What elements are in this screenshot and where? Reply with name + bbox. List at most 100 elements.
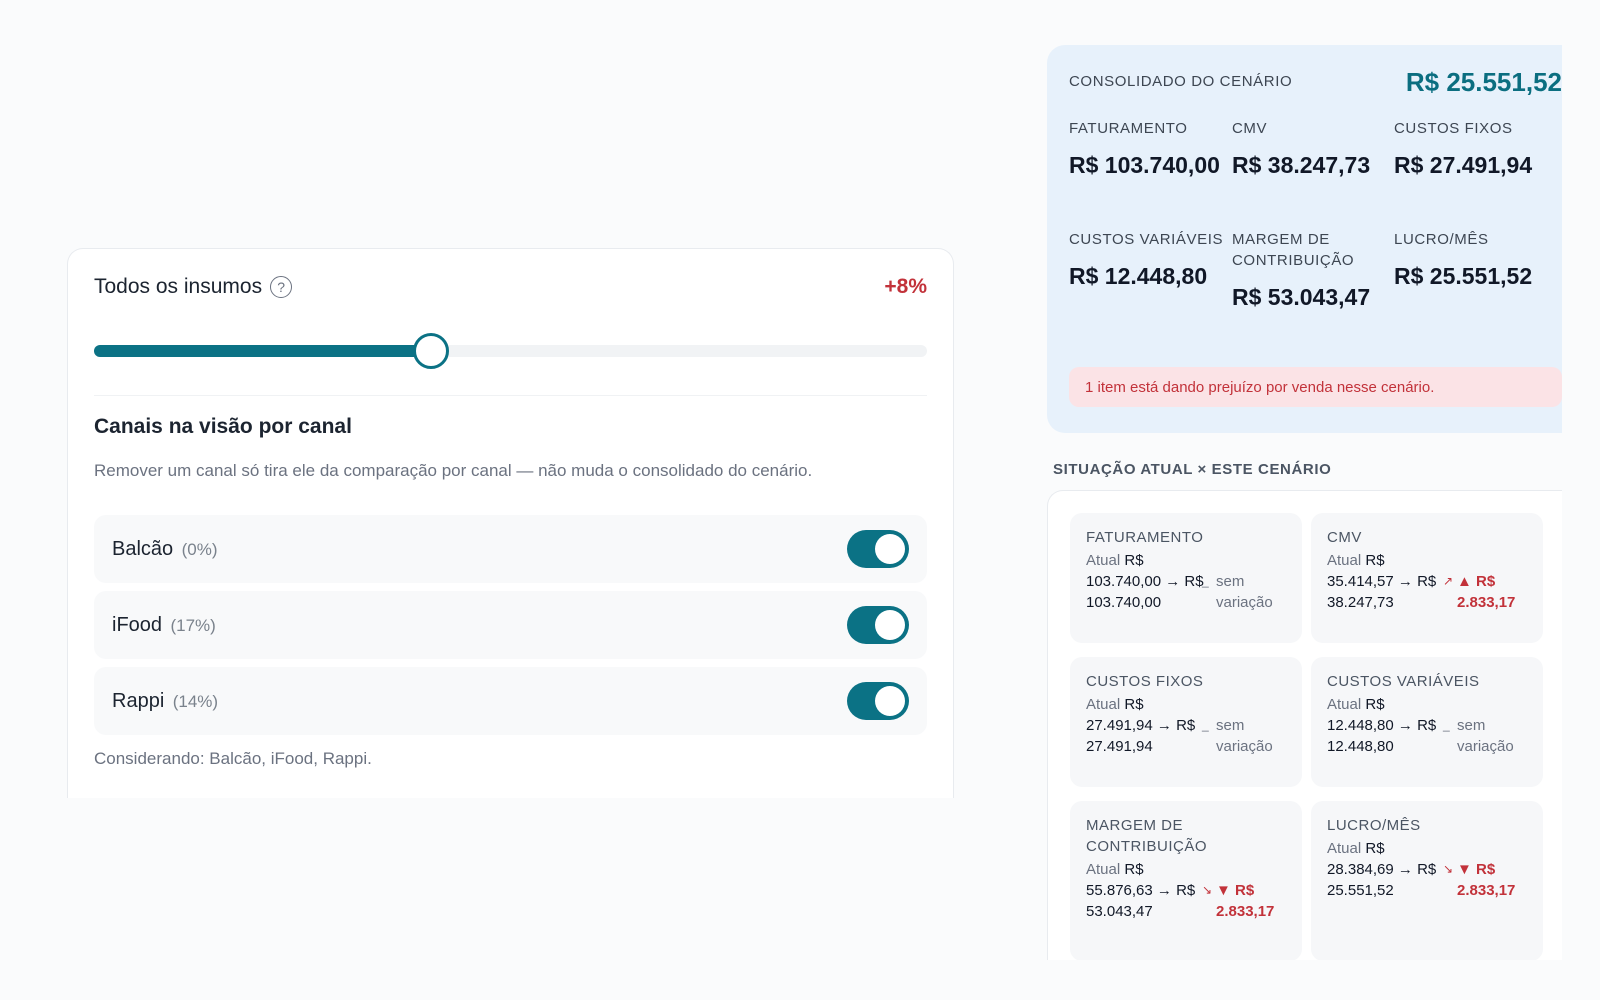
toggle-knob [875,686,905,716]
channel-label-group: iFood (17%) [112,614,216,637]
channel-share: (17%) [170,615,216,635]
comparison-card: FATURAMENTO Atual R$ 103.740,00 → R$ 103… [1047,490,1562,960]
current-prefix: Atual [1327,552,1362,569]
ingredients-title: Todos os insumos ? [94,275,293,299]
channels-description: Remover um canal só tira ele da comparaç… [94,461,813,480]
arrow: → [1397,861,1413,878]
tile-label: FATURAMENTO [1086,529,1204,546]
metric-value: R$ 25.551,52 [1394,263,1533,289]
arrow: → [1397,717,1413,734]
divider [94,395,927,396]
channel-row-rappi: Rappi (14%) [94,667,927,735]
channel-toggle-rappi[interactable] [847,682,909,720]
tile-delta: _ sem variação [1202,715,1297,757]
channel-label-group: Balcão (0%) [112,538,218,561]
current-prefix: Atual [1086,861,1121,878]
channel-share: (14%) [172,691,219,711]
comparison-header: SITUAÇÃO ATUAL × ESTE CENÁRIO [1053,461,1332,478]
consolidated-card: CONSOLIDADO DO CENÁRIO R$ 25.551,52 FATU… [1047,45,1562,433]
current-prefix: Atual [1327,696,1362,713]
metric-revenue: FATURAMENTO R$ 103.740,00 [1069,118,1229,183]
tile-delta: ↘ ▼ R$ 2.833,17 [1443,859,1538,901]
delta-text: sem variação [1216,573,1273,611]
arrow: → [1397,573,1413,590]
channel-toggle-ifood[interactable] [847,606,909,644]
channel-name: iFood [112,613,163,636]
ingredients-percent: +8% [884,275,927,298]
trend-down-icon: ↘ [1443,862,1454,876]
tile-label: CUSTOS FIXOS [1086,673,1204,690]
metric-variable-costs: CUSTOS VARIÁVEIS R$ 12.448,80 [1069,229,1229,294]
toggle-knob [875,534,905,564]
arrow: → [1156,717,1172,734]
comparison-tile-contribution-margin: MARGEM DE CONTRIBUIÇÃO Atual R$ 55.876,6… [1070,801,1302,960]
channels-title: Canais na visão por canal [94,415,352,438]
tile-values: Atual R$ 35.414,57 → R$ 38.247,73 [1327,550,1445,613]
ingredients-row: Todos os insumos ? +8% [94,275,927,299]
tile-label: CMV [1327,529,1362,546]
comparison-tile-cmv: CMV Atual R$ 35.414,57 → R$ 38.247,73 ↗ … [1311,513,1543,643]
metric-label: CMV [1232,120,1268,137]
metric-label: LUCRO/MÊS [1394,231,1489,248]
metric-value: R$ 12.448,80 [1069,263,1208,289]
comparison-tile-revenue: FATURAMENTO Atual R$ 103.740,00 → R$ 103… [1070,513,1302,643]
comparison-tile-monthly-profit: LUCRO/MÊS Atual R$ 28.384,69 → R$ 25.551… [1311,801,1543,960]
comparison-tile-fixed-costs: CUSTOS FIXOS Atual R$ 27.491,94 → R$ 27.… [1070,657,1302,787]
page: Todos os insumos ? +8% Canais na visão p… [0,0,1600,1000]
metric-contribution-margin: MARGEM DE CONTRIBUIÇÃO R$ 53.043,47 [1232,229,1392,315]
simulator-card: Todos os insumos ? +8% Canais na visão p… [67,248,954,798]
tile-label: LUCRO/MÊS [1327,817,1421,834]
channel-label-group: Rappi (14%) [112,690,218,713]
tile-delta: ↘ ▼ R$ 2.833,17 [1202,880,1297,922]
channel-name: Rappi [112,689,165,712]
channel-row-ifood: iFood (17%) [94,591,927,659]
tile-values: Atual R$ 103.740,00 → R$ 103.740,00 [1086,550,1204,613]
tile-delta: _ sem variação [1443,715,1538,757]
arrow: → [1165,573,1181,590]
metric-value: R$ 103.740,00 [1069,152,1220,178]
ingredients-slider[interactable] [94,333,927,369]
ingredients-label: Todos os insumos [94,275,263,298]
tile-label: MARGEM DE CONTRIBUIÇÃO [1086,817,1208,855]
loss-alert: 1 item está dando prejuízo por venda nes… [1069,367,1562,407]
help-icon[interactable]: ? [270,276,293,298]
tile-label: CUSTOS VARIÁVEIS [1327,673,1480,690]
trend-down-icon: ↘ [1202,883,1213,897]
flat-trend-icon: _ [1202,574,1209,588]
slider-fill [94,345,432,357]
consolidated-header: CONSOLIDADO DO CENÁRIO [1069,73,1293,90]
tile-values: Atual R$ 55.876,63 → R$ 53.043,47 [1086,859,1204,922]
channel-name: Balcão [112,537,174,560]
metric-value: R$ 38.247,73 [1232,152,1371,178]
metric-value: R$ 27.491,94 [1394,152,1533,178]
delta-text: ▼ R$ 2.833,17 [1457,861,1516,899]
tile-delta: _ sem variação [1202,571,1297,613]
channel-share: (0%) [181,539,218,559]
metric-label: FATURAMENTO [1069,120,1188,137]
tile-values: Atual R$ 27.491,94 → R$ 27.491,94 [1086,694,1204,757]
channel-toggle-balcao[interactable] [847,530,909,568]
arrow: → [1156,882,1172,899]
toggle-knob [875,610,905,640]
delta-text: sem variação [1216,717,1273,755]
slider-thumb[interactable] [413,333,450,369]
metric-label: CUSTOS FIXOS [1394,120,1513,137]
metric-monthly-profit: LUCRO/MÊS R$ 25.551,52 [1394,229,1554,294]
flat-trend-icon: _ [1443,718,1450,732]
considering-text: Considerando: Balcão, iFood, Rappi. [94,749,372,768]
current-prefix: Atual [1086,696,1121,713]
flat-trend-icon: _ [1202,718,1209,732]
metric-value: R$ 53.043,47 [1232,284,1371,310]
consolidated-total: R$ 25.551,52 [1405,67,1562,97]
tile-values: Atual R$ 12.448,80 → R$ 12.448,80 [1327,694,1445,757]
trend-up-icon: ↗ [1443,574,1454,588]
delta-text: ▼ R$ 2.833,17 [1216,882,1275,920]
tile-delta: ↗ ▲ R$ 2.833,17 [1443,571,1538,613]
tile-values: Atual R$ 28.384,69 → R$ 25.551,52 [1327,838,1445,901]
current-prefix: Atual [1086,552,1121,569]
delta-text: sem variação [1457,717,1514,755]
comparison-tile-variable-costs: CUSTOS VARIÁVEIS Atual R$ 12.448,80 → R$… [1311,657,1543,787]
delta-text: ▲ R$ 2.833,17 [1457,573,1516,611]
metric-fixed-costs: CUSTOS FIXOS R$ 27.491,94 [1394,118,1554,183]
metric-label: CUSTOS VARIÁVEIS [1069,231,1224,248]
